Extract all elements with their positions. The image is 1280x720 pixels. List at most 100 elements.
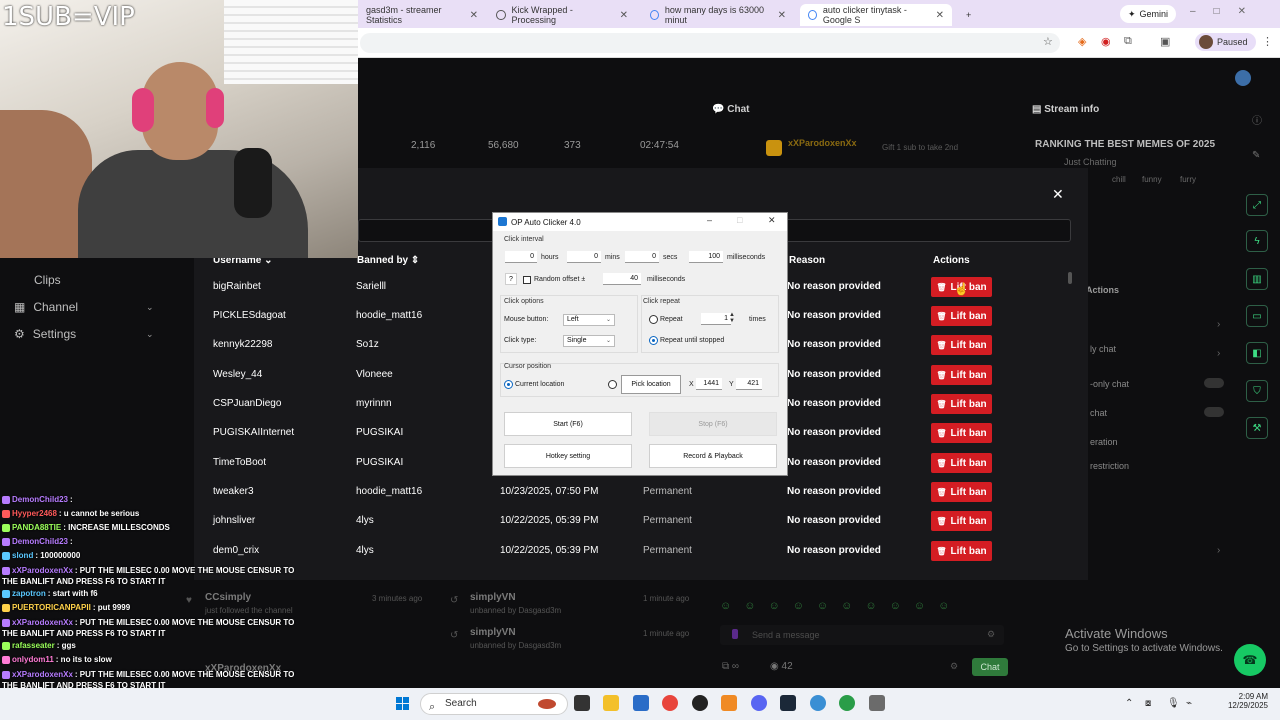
bolt-icon[interactable]: ϟ [1246,230,1268,252]
steam-icon[interactable] [780,695,796,711]
actions-item[interactable]: chat [1090,408,1107,418]
app-icon[interactable] [810,695,826,711]
random-offset-checkbox[interactable] [523,276,531,284]
close-tab-icon[interactable]: ✕ [620,10,628,21]
actions-item[interactable]: -only chat [1090,379,1129,389]
lift-ban-button[interactable]: 🗑 Lift ban [931,365,992,385]
random-offset-input[interactable]: 40 [603,273,641,285]
lift-ban-button[interactable]: 🗑 Lift ban [931,394,992,414]
repeat-radio[interactable] [649,315,658,324]
record-playback-button[interactable]: Record & Playback [649,444,777,468]
obs-icon[interactable] [692,695,708,711]
repeat-count-input[interactable]: 1 [701,313,731,325]
lift-ban-button[interactable]: 🗑 Lift ban [931,453,992,473]
extensions-puzzle-icon[interactable]: ⧉ [1124,35,1132,48]
lift-ban-button[interactable]: 🗑 Lift ban [931,306,992,326]
mins-input[interactable]: 0 [567,251,601,263]
wrench-icon[interactable]: ⚒ [1246,417,1268,439]
close-icon[interactable]: ✕ [768,215,776,226]
current-location-radio[interactable] [504,380,513,389]
windows-start-icon[interactable] [396,697,410,711]
gemini-button[interactable]: ✦ Gemini [1120,5,1177,23]
chrome-icon[interactable] [662,695,678,711]
chrome-profile-icon[interactable] [839,695,855,711]
actions-item[interactable]: restriction [1090,461,1129,471]
spinner-arrows-icon[interactable]: ▲ ▼ [729,312,735,324]
taskbar-clock[interactable]: 2:09 AM 12/29/2025 [1198,692,1268,710]
sidebar-item-clips[interactable]: Clips [14,273,61,287]
stack-icon[interactable]: ⧉ ∞ [722,661,739,672]
tray-chevron-icon[interactable]: ⌃ [1125,698,1133,709]
menu-kebab-icon[interactable]: ⋮ [1262,35,1273,48]
toggle-switch[interactable] [1204,407,1224,417]
profile-avatar[interactable] [1235,70,1251,86]
scrollbar[interactable] [1068,272,1072,284]
close-tab-icon[interactable]: ✕ [470,10,478,21]
settings-icon[interactable]: ⚙ [987,629,995,640]
trash-icon[interactable]: ▥ [1246,268,1268,290]
mouse-button-select[interactable]: Left ⌄ [563,314,615,326]
milliseconds-input[interactable]: 100 [689,251,723,263]
repeat-until-stopped-radio[interactable] [649,336,658,345]
bookmark-star-icon[interactable]: ☆ [1043,35,1053,48]
file-explorer-icon[interactable] [603,695,619,711]
auto-clicker-titlebar[interactable]: OP Auto Clicker 4.0 [493,213,787,231]
browser-tab-active[interactable]: auto clicker tinytask - Google S ✕ [800,4,952,26]
y-coordinate-input[interactable]: 421 [736,378,762,390]
pick-location-radio[interactable] [608,380,617,389]
hours-input[interactable]: 0 [505,251,537,263]
hotkey-setting-button[interactable]: Hotkey setting [504,444,632,468]
store-icon[interactable] [633,695,649,711]
emote-bar[interactable]: ☺☺☺☺☺☺☺☺☺☺ [720,600,962,612]
browser-tab[interactable]: how many days is 63000 minut ✕ [642,4,794,26]
extension-icon[interactable]: ◉ [1101,35,1111,48]
close-icon[interactable]: ✕ [1052,186,1064,203]
banned-by-column-header[interactable]: Banned by ⇕ [357,255,419,266]
info-icon[interactable]: ⓘ [1252,112,1262,127]
chat-send-button[interactable]: Chat [972,658,1008,676]
click-type-select[interactable]: Single ⌄ [563,335,615,347]
chevron-right-icon[interactable]: › [1217,348,1220,359]
start-button[interactable]: Start (F6) [504,412,632,436]
lift-ban-button[interactable]: 🗑 Lift ban [931,541,992,561]
gear-icon[interactable]: ⚙ [950,661,958,672]
tray-icon[interactable]: ⧇ [1145,698,1151,709]
weather-icon[interactable] [538,699,556,709]
media-icon[interactable]: ▣ [1160,35,1170,48]
secs-input[interactable]: 0 [625,251,659,263]
address-bar[interactable] [360,33,1060,53]
lift-ban-button[interactable]: 🗑 Lift ban [931,511,992,531]
chat-message-input[interactable]: Send a message [720,625,1004,645]
sidebar-item-channel[interactable]: ▦ Channel ⌄ [14,300,154,314]
extension-icon[interactable]: ◈ [1078,35,1086,48]
expand-icon[interactable]: ⤢ [1246,194,1268,216]
new-tab-button[interactable]: + [958,4,979,26]
close-tab-icon[interactable]: ✕ [936,10,944,21]
support-headset-icon[interactable]: ☎ [1234,644,1266,676]
actions-item[interactable]: eration [1090,437,1118,447]
profile-button[interactable]: Paused [1195,33,1256,51]
close-tab-icon[interactable]: ✕ [778,10,786,21]
microphone-icon[interactable]: 🎙 [1167,698,1180,709]
minimize-icon[interactable]: – [707,215,712,225]
discord-icon[interactable] [751,695,767,711]
window-controls[interactable]: –□✕ [1190,6,1264,17]
browser-tab[interactable]: Kick Wrapped - Processing ✕ [488,4,636,26]
help-button[interactable]: ? [505,273,517,285]
network-icon[interactable]: ⌁ [1186,698,1192,709]
chat-icon[interactable]: ▭ [1246,305,1268,327]
lift-ban-button[interactable]: 🗑 Lift ban [931,423,992,443]
pick-location-button[interactable]: Pick location [621,375,681,394]
browser-tab[interactable]: gasd3m - streamer Statistics ✕ [358,4,486,26]
chevron-right-icon[interactable]: › [1217,545,1220,556]
chevron-right-icon[interactable]: › [1217,319,1220,330]
auto-clicker-taskbar-icon[interactable] [869,695,885,711]
task-view-icon[interactable] [574,695,590,711]
app-icon[interactable] [721,695,737,711]
lift-ban-button[interactable]: 🗑 Lift ban [931,335,992,355]
toggle-switch[interactable] [1204,378,1224,388]
x-coordinate-input[interactable]: 1441 [696,378,722,390]
video-icon[interactable]: ◧ [1246,342,1268,364]
sidebar-item-settings[interactable]: ⚙ Settings ⌄ [14,327,154,341]
pencil-icon[interactable]: ✎ [1252,150,1260,161]
